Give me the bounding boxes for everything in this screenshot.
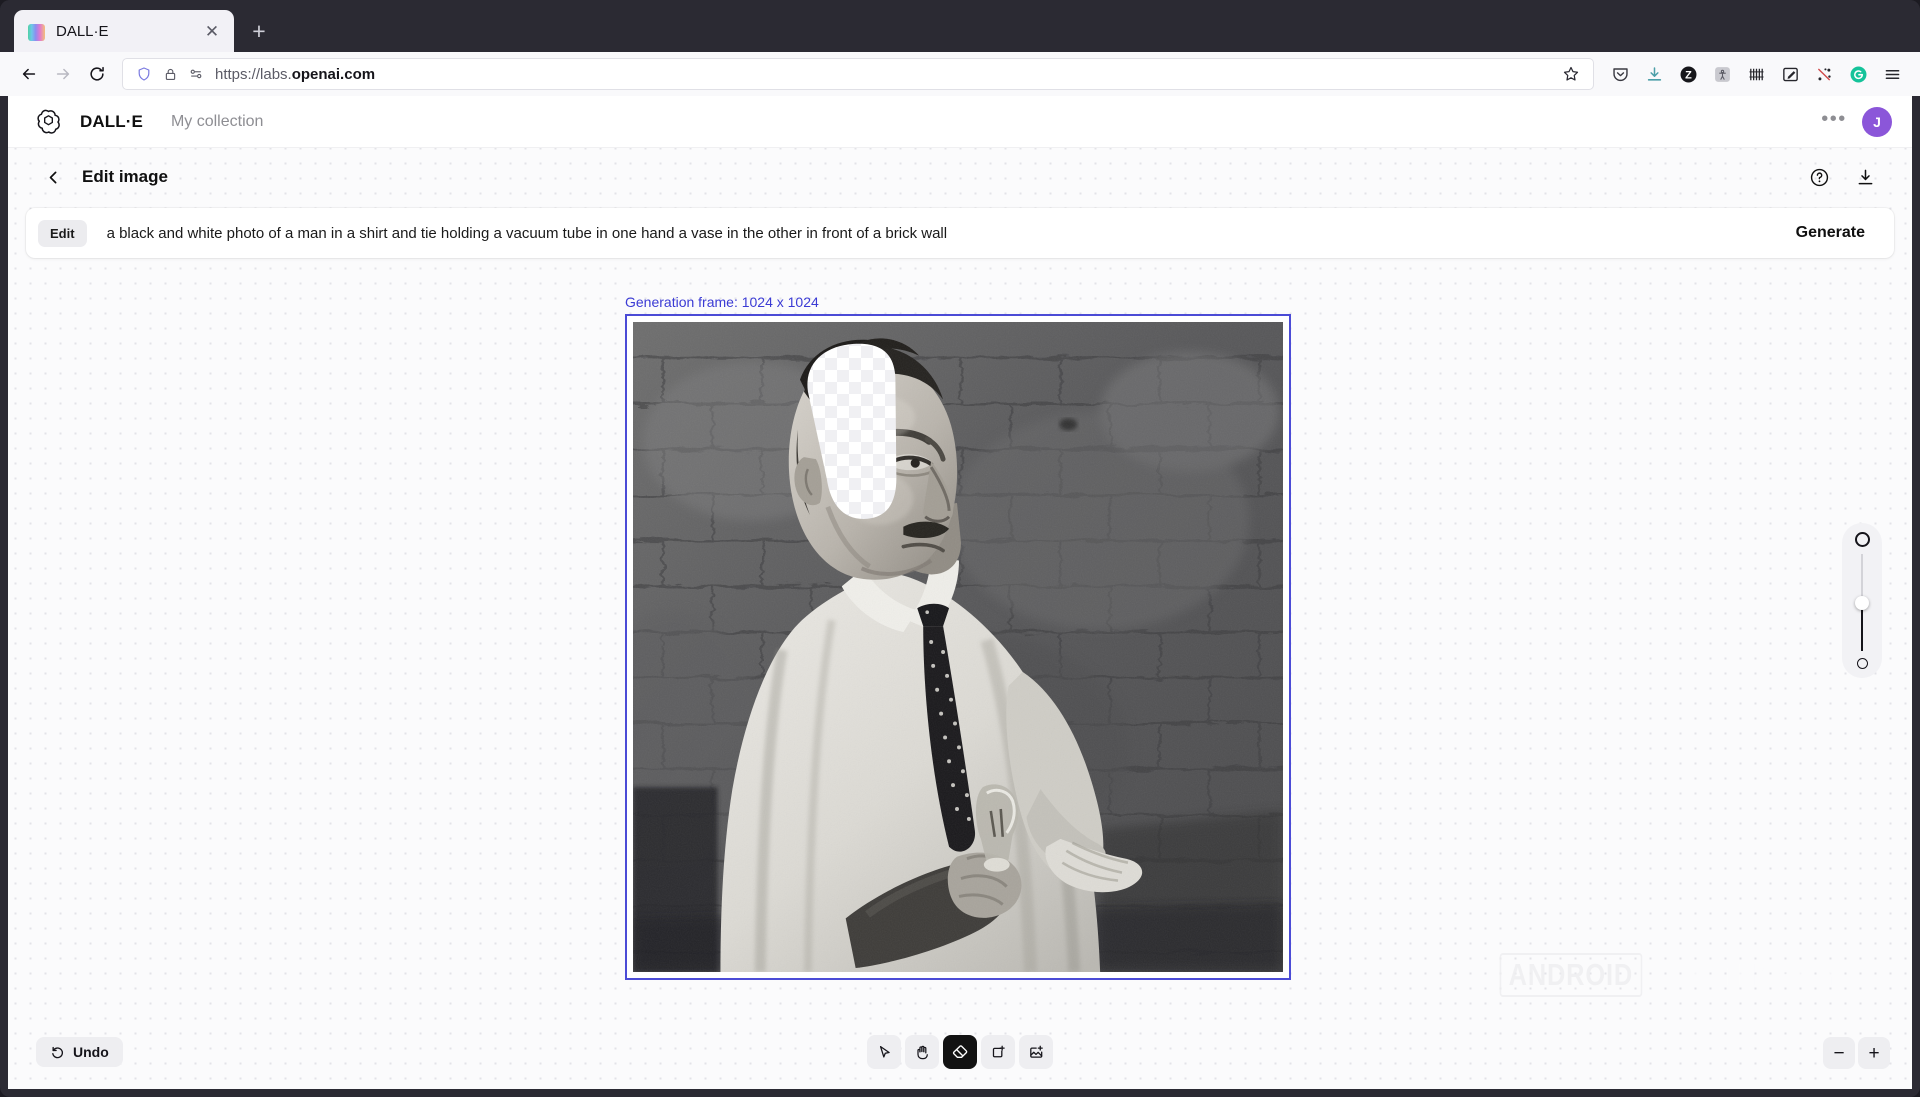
zotero-icon[interactable]: Z xyxy=(1672,58,1704,90)
downloads-icon[interactable] xyxy=(1638,58,1670,90)
prompt-bar[interactable]: Edit a black and white photo of a man in… xyxy=(26,208,1894,258)
edited-photo[interactable] xyxy=(633,322,1283,972)
page-content: DALL·E My collection ••• J Edit image Ed… xyxy=(8,96,1912,1089)
screenshot-icon[interactable] xyxy=(1774,58,1806,90)
browser-tab[interactable]: DALL·E ✕ xyxy=(14,10,234,52)
dalle-gradient-icon xyxy=(28,24,45,41)
page-title: Edit image xyxy=(82,167,168,187)
grammarly-icon[interactable] xyxy=(1842,58,1874,90)
zoom-in-button[interactable]: + xyxy=(1858,1037,1890,1069)
forward-icon[interactable] xyxy=(46,57,80,91)
barcode-icon[interactable] xyxy=(1740,58,1772,90)
generate-button[interactable]: Generate xyxy=(1772,213,1889,253)
large-circle-icon xyxy=(1855,532,1870,547)
undo-arrow-icon xyxy=(50,1045,65,1060)
zoom-controls: − + xyxy=(1823,1037,1890,1069)
more-options-icon[interactable]: ••• xyxy=(1819,107,1849,137)
url-text: https://labs.openai.com xyxy=(215,66,1557,83)
watermark-android: ANDROID xyxy=(1499,953,1641,997)
canvas-area[interactable]: Generation frame: 1024 x 1024 xyxy=(8,266,1912,1089)
brush-size-slider[interactable] xyxy=(1842,523,1882,678)
undo-button[interactable]: Undo xyxy=(36,1037,123,1067)
download-icon[interactable] xyxy=(1850,162,1880,192)
back-icon[interactable] xyxy=(12,57,46,91)
slider-track-lower xyxy=(1861,603,1863,652)
navigation-toolbar: https://labs.openai.com Z xyxy=(0,52,1920,96)
tab-title: DALL·E xyxy=(56,23,200,40)
crop-tool[interactable] xyxy=(981,1035,1015,1069)
prompt-input[interactable]: a black and white photo of a man in a sh… xyxy=(107,225,1772,242)
help-circle-icon[interactable] xyxy=(1804,162,1834,192)
edit-mode-chip[interactable]: Edit xyxy=(38,220,87,247)
pocket-icon[interactable] xyxy=(1604,58,1636,90)
select-tool[interactable] xyxy=(867,1035,901,1069)
watermark-authority: AUTHORITY xyxy=(1683,957,1839,993)
accessibility-icon[interactable] xyxy=(1706,58,1738,90)
slider-handle[interactable] xyxy=(1855,596,1869,610)
browser-window: DALL·E ✕ + https://labs.openai.com xyxy=(0,0,1920,1097)
address-bar[interactable]: https://labs.openai.com xyxy=(122,58,1594,90)
devtools-icon[interactable] xyxy=(1808,58,1840,90)
reload-icon[interactable] xyxy=(80,57,114,91)
close-icon[interactable]: ✕ xyxy=(200,19,224,43)
edit-header: Edit image xyxy=(8,148,1912,206)
eraser-tool[interactable] xyxy=(943,1035,977,1069)
shield-icon[interactable] xyxy=(131,61,157,87)
nav-link-my-collection[interactable]: My collection xyxy=(171,113,263,131)
undo-label: Undo xyxy=(73,1044,109,1060)
add-image-tool[interactable] xyxy=(1019,1035,1053,1069)
svg-text:Z: Z xyxy=(1685,69,1692,81)
hamburger-menu-icon[interactable] xyxy=(1876,58,1908,90)
watermark: ANDROID AUTHORITY xyxy=(1484,953,1857,997)
generation-frame[interactable] xyxy=(625,314,1291,980)
tab-strip: DALL·E ✕ + xyxy=(0,0,1920,52)
tool-bar xyxy=(867,1035,1053,1069)
slider-track[interactable] xyxy=(1861,554,1863,651)
app-header: DALL·E My collection ••• J xyxy=(8,96,1912,148)
openai-logo-icon[interactable] xyxy=(35,108,62,135)
brand-name: DALL·E xyxy=(80,112,143,132)
bookmark-star-icon[interactable] xyxy=(1557,60,1585,88)
photo-artwork xyxy=(633,322,1283,972)
pan-tool[interactable] xyxy=(905,1035,939,1069)
new-tab-button[interactable]: + xyxy=(242,14,276,48)
avatar[interactable]: J xyxy=(1862,107,1892,137)
back-button[interactable] xyxy=(40,164,66,190)
zoom-out-button[interactable]: − xyxy=(1823,1037,1855,1069)
permissions-icon[interactable] xyxy=(183,61,209,87)
lock-icon[interactable] xyxy=(157,61,183,87)
generation-frame-label: Generation frame: 1024 x 1024 xyxy=(625,294,819,310)
small-circle-icon xyxy=(1857,658,1868,669)
